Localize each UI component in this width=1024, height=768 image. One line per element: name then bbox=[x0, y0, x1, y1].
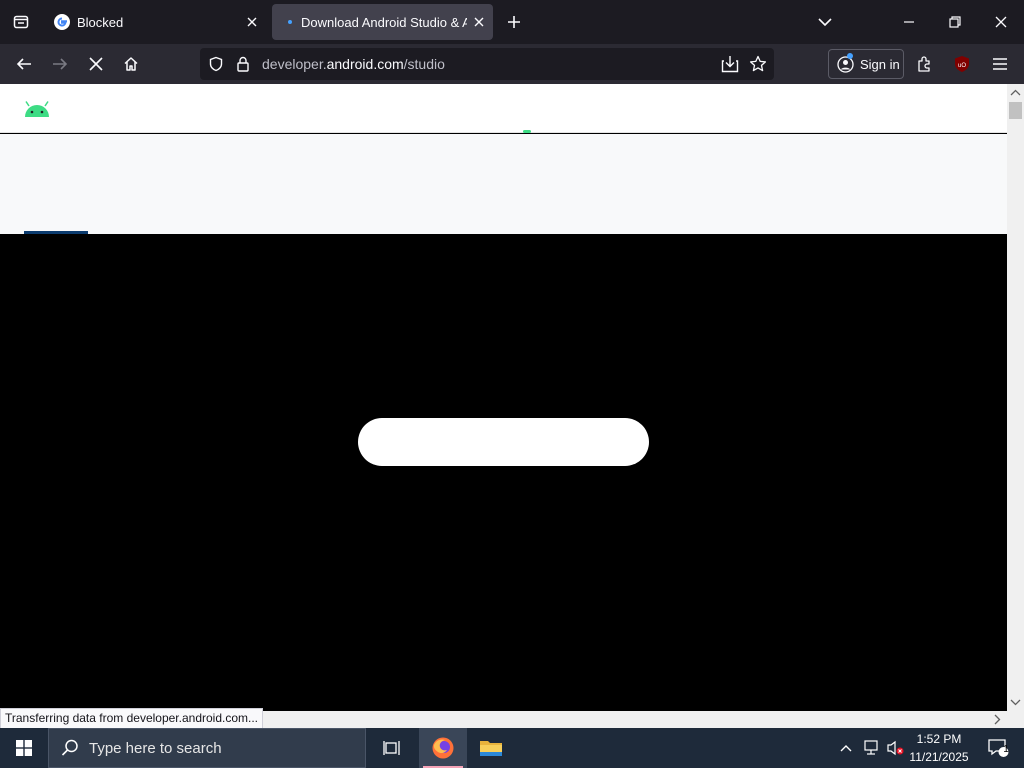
secondary-nav-band bbox=[0, 134, 1007, 234]
url-text: developer.android.com/studio bbox=[262, 56, 445, 72]
tab-strip: Blocked Download Android Studio & App bbox=[0, 0, 1024, 44]
extensions-button[interactable] bbox=[911, 50, 939, 78]
firefox-taskbar-button[interactable] bbox=[419, 728, 467, 768]
new-tab-button[interactable] bbox=[500, 8, 528, 36]
scroll-right-icon[interactable] bbox=[990, 711, 1004, 728]
url-host: android.com bbox=[326, 56, 404, 72]
system-clock[interactable]: 1:52 PM 11/21/2025 bbox=[904, 730, 974, 766]
search-placeholder: Type here to search bbox=[89, 739, 222, 757]
volume-muted-icon bbox=[887, 740, 904, 756]
chevron-up-icon bbox=[840, 745, 852, 752]
network-tray-button[interactable] bbox=[860, 728, 882, 768]
site-header bbox=[0, 84, 1007, 133]
notification-dot bbox=[847, 53, 853, 59]
show-hidden-icons-button[interactable] bbox=[836, 728, 856, 768]
start-button[interactable] bbox=[0, 728, 48, 768]
folder-icon bbox=[480, 741, 502, 756]
task-view-icon bbox=[383, 741, 400, 755]
close-icon bbox=[474, 17, 484, 27]
tab-close-button[interactable] bbox=[240, 10, 264, 34]
shield-icon bbox=[209, 56, 223, 72]
taskbar: Type here to search 1:52 PM 11/21/2025 1 bbox=[0, 728, 1024, 768]
app-menu-button[interactable] bbox=[986, 50, 1014, 78]
file-explorer-button[interactable] bbox=[467, 728, 515, 768]
plus-icon bbox=[508, 16, 520, 28]
close-icon bbox=[247, 17, 257, 27]
page-viewport bbox=[0, 84, 1007, 711]
tab-list-button[interactable] bbox=[0, 0, 42, 44]
tab-blocked[interactable]: Blocked bbox=[44, 4, 268, 40]
minimize-button[interactable] bbox=[886, 0, 932, 44]
notification-count: 1 bbox=[1003, 744, 1009, 755]
scroll-down-icon[interactable] bbox=[1007, 695, 1024, 709]
sign-in-button[interactable]: Sign in bbox=[828, 49, 904, 79]
firefox-view-icon bbox=[13, 15, 29, 29]
url-bar[interactable]: developer.android.com/studio bbox=[200, 48, 774, 80]
home-icon bbox=[124, 57, 138, 71]
back-button[interactable] bbox=[10, 50, 38, 78]
stop-icon bbox=[89, 57, 103, 71]
network-icon bbox=[864, 740, 878, 755]
lock-icon bbox=[237, 56, 249, 72]
scrollbar-thumb[interactable] bbox=[1009, 102, 1022, 119]
download-icon bbox=[721, 56, 739, 73]
minimize-icon bbox=[904, 21, 914, 23]
ublock-extension-button[interactable]: uO bbox=[948, 50, 976, 78]
scroll-up-icon[interactable] bbox=[1007, 86, 1024, 100]
windows-logo-icon bbox=[16, 740, 32, 756]
tab-android-studio[interactable]: Download Android Studio & App bbox=[272, 4, 493, 40]
clock-date: 11/21/2025 bbox=[909, 750, 969, 764]
ublock-shield-icon: uO bbox=[955, 56, 969, 72]
clock-time: 1:52 PM bbox=[916, 732, 962, 746]
forward-arrow-icon bbox=[53, 58, 68, 70]
android-logo-icon[interactable] bbox=[23, 101, 51, 117]
sign-in-label: Sign in bbox=[860, 56, 900, 72]
close-window-button[interactable] bbox=[978, 0, 1024, 44]
url-prefix: developer. bbox=[262, 56, 327, 72]
volume-tray-button[interactable] bbox=[884, 728, 906, 768]
chevron-down-icon bbox=[818, 18, 832, 27]
vertical-scrollbar[interactable] bbox=[1007, 84, 1024, 711]
search-icon bbox=[61, 739, 78, 756]
hamburger-menu-icon bbox=[993, 58, 1007, 70]
taskbar-search-box[interactable]: Type here to search bbox=[48, 728, 366, 768]
star-icon bbox=[749, 55, 767, 72]
close-icon bbox=[995, 16, 1007, 28]
back-arrow-icon bbox=[16, 58, 31, 70]
navigation-bar: developer.android.com/studio Sign in uO bbox=[0, 44, 1024, 84]
restore-icon bbox=[949, 16, 961, 28]
status-panel: Transferring data from developer.android… bbox=[0, 708, 264, 729]
url-path: /studio bbox=[403, 56, 445, 72]
restore-button[interactable] bbox=[932, 0, 978, 44]
home-button[interactable] bbox=[117, 50, 145, 78]
stop-loading-button[interactable] bbox=[82, 50, 110, 78]
firefox-icon bbox=[432, 737, 454, 759]
tab-title: Blocked bbox=[77, 14, 124, 30]
bookmark-button[interactable] bbox=[748, 54, 768, 74]
loading-dot-icon bbox=[282, 14, 298, 30]
task-view-button[interactable] bbox=[368, 728, 416, 768]
hero-section bbox=[0, 234, 1007, 711]
list-all-tabs-button[interactable] bbox=[802, 0, 848, 44]
save-to-pocket-button[interactable] bbox=[720, 54, 740, 74]
google-g-icon bbox=[54, 14, 70, 30]
svg-text:uO: uO bbox=[958, 63, 966, 69]
tab-close-button[interactable] bbox=[467, 10, 491, 34]
tab-title: Download Android Studio & App bbox=[301, 14, 467, 30]
loading-indicator bbox=[523, 130, 531, 133]
action-center-button[interactable]: 1 bbox=[978, 728, 1018, 768]
forward-button[interactable] bbox=[46, 50, 74, 78]
puzzle-icon bbox=[918, 56, 930, 72]
download-button-placeholder[interactable] bbox=[358, 418, 649, 466]
